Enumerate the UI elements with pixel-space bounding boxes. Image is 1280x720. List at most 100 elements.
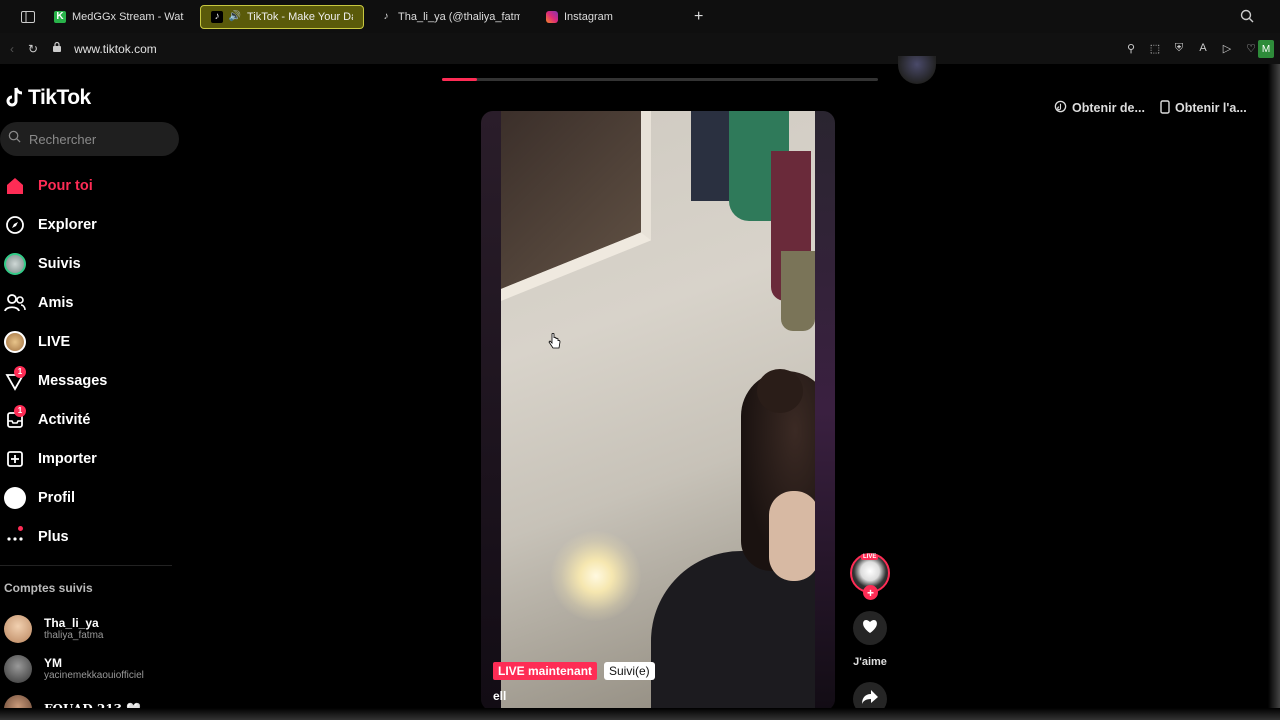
- tab-title: Instagram: [564, 10, 613, 23]
- nav-live[interactable]: LIVE: [0, 322, 180, 361]
- lock-icon: [52, 41, 62, 56]
- tiktok-icon: ♪: [383, 11, 389, 22]
- heart-outline-icon[interactable]: ♡: [1244, 41, 1258, 55]
- nav-label: LIVE: [38, 333, 71, 350]
- nav-profile[interactable]: Profil: [0, 478, 180, 517]
- notification-badge: 1: [14, 404, 26, 417]
- account-name: YM: [44, 656, 62, 670]
- instagram-icon: [546, 10, 558, 23]
- more-dots-icon: [0, 522, 30, 552]
- nav-for-you[interactable]: Pour toi: [0, 166, 180, 205]
- nav-label: Pour toi: [38, 177, 93, 194]
- compass-icon: [0, 210, 30, 240]
- like-button[interactable]: [853, 611, 887, 645]
- nav-label: Importer: [38, 450, 97, 467]
- shield-icon[interactable]: ⛨: [1172, 41, 1186, 55]
- screen-edge: [0, 708, 1280, 720]
- live-now-tag[interactable]: LIVE maintenant: [493, 662, 598, 680]
- nav-label: Activité: [38, 411, 91, 428]
- new-tab-icon[interactable]: +: [694, 8, 703, 26]
- nav-following[interactable]: Suivis: [0, 244, 180, 283]
- like-label: J'aime: [853, 656, 887, 668]
- logo-text: TikTok: [28, 86, 91, 109]
- search-input[interactable]: [29, 131, 159, 147]
- browser-tab-1[interactable]: K MedGGx Stream - Watch L: [44, 5, 194, 29]
- tab-title: MedGGx Stream - Watch L: [72, 10, 184, 23]
- inbox-icon: 1: [0, 404, 30, 435]
- video-scene-person: [769, 491, 815, 581]
- account-username: yacinemekkaouiofficiel: [44, 670, 144, 681]
- speaker-icon[interactable]: 🔊: [229, 11, 241, 23]
- live-mini-badge: LIVE: [861, 554, 879, 560]
- video-scene-clothes: [781, 251, 815, 331]
- video-caption: ell: [493, 689, 507, 703]
- translate-icon[interactable]: A: [1196, 41, 1210, 55]
- notification-badge: 1: [14, 365, 26, 378]
- phone-icon: [1160, 99, 1170, 117]
- reload-icon[interactable]: ↻: [28, 42, 38, 56]
- tiktok-note-icon: [6, 87, 23, 107]
- back-icon[interactable]: ‹: [10, 42, 14, 56]
- address-bar: ‹ ↻ www.tiktok.com ⚲ ⬚ ⛨ A ▷ ♡: [0, 33, 1280, 64]
- screenshot-icon[interactable]: ⬚: [1148, 41, 1162, 55]
- sidebar-toggle-icon[interactable]: [18, 7, 38, 27]
- account-username: thaliya_fatma: [44, 630, 104, 641]
- following-avatar-icon: [0, 249, 30, 279]
- get-coins-button[interactable]: Obtenir de...: [1054, 96, 1145, 120]
- video-letterbox-left: [481, 111, 501, 711]
- mouse-cursor-icon: [548, 332, 562, 356]
- follow-plus-button[interactable]: +: [863, 585, 878, 600]
- paper-plane-icon: 1: [0, 365, 30, 396]
- friends-icon: [0, 288, 30, 318]
- previous-video-progress-bar: [442, 78, 878, 81]
- nav-activity[interactable]: 1 Activité: [0, 400, 180, 439]
- profile-avatar-icon: [0, 483, 30, 513]
- tab-title: Tha_li_ya (@thaliya_fatma: [398, 10, 520, 23]
- video-scene-clothes: [691, 111, 731, 201]
- browser-tab-4[interactable]: Instagram: [536, 5, 686, 29]
- live-video-frame: [501, 111, 815, 711]
- browser-profile-avatar[interactable]: M: [1258, 40, 1274, 58]
- live-avatar-icon: [0, 327, 30, 357]
- followed-account[interactable]: Tha_li_ya thaliya_fatma: [4, 609, 174, 649]
- nav-more[interactable]: Plus: [0, 517, 180, 556]
- sidebar-nav: Pour toi Explorer Suivis Amis LIVE 1 Mes…: [0, 166, 180, 556]
- nav-friends[interactable]: Amis: [0, 283, 180, 322]
- home-icon: [0, 171, 30, 201]
- video-scene-lamp: [551, 531, 641, 621]
- nav-messages[interactable]: 1 Messages: [0, 361, 180, 400]
- followed-account[interactable]: YM yacinemekkaouiofficiel: [4, 649, 174, 689]
- avatar: [4, 655, 32, 683]
- browser-tab-3[interactable]: ♪ Tha_li_ya (@thaliya_fatma: [370, 5, 530, 29]
- tiktok-logo[interactable]: TikTok: [4, 86, 91, 110]
- video-player[interactable]: LIVE maintenant Suivi(e) ell: [481, 111, 835, 711]
- play-icon[interactable]: ▷: [1220, 41, 1234, 55]
- upload-plus-icon: [0, 444, 30, 474]
- url-field[interactable]: www.tiktok.com: [74, 42, 157, 56]
- video-letterbox-right: [815, 111, 835, 711]
- avatar: [4, 615, 32, 643]
- browser-tab-2[interactable]: ♪ 🔊 TikTok - Make Your Da: [200, 4, 364, 29]
- heart-icon: [861, 618, 879, 639]
- sidebar-divider: [0, 565, 172, 566]
- get-app-button[interactable]: Obtenir l'a...: [1160, 96, 1247, 120]
- get-coins-label: Obtenir de...: [1072, 101, 1145, 115]
- previous-video-avatar[interactable]: [898, 56, 936, 84]
- progress-fill: [442, 78, 477, 81]
- tab-title: TikTok - Make Your Da: [247, 10, 353, 23]
- get-app-label: Obtenir l'a...: [1175, 101, 1247, 115]
- nav-label: Profil: [38, 489, 76, 506]
- account-name: Tha_li_ya: [44, 616, 99, 630]
- share-arrow-icon: [861, 689, 879, 710]
- browser-tab-bar: K MedGGx Stream - Watch L ♪ 🔊 TikTok - M…: [0, 0, 1280, 33]
- nav-label: Plus: [38, 528, 69, 545]
- video-scene-person: [757, 369, 803, 413]
- nav-explore[interactable]: Explorer: [0, 205, 180, 244]
- followed-tag: Suivi(e): [604, 662, 655, 680]
- nav-label: Suivis: [38, 255, 81, 272]
- nav-label: Amis: [38, 294, 74, 311]
- tab-search-icon[interactable]: [1240, 9, 1254, 28]
- nav-upload[interactable]: Importer: [0, 439, 180, 478]
- video-scene-window: [501, 111, 651, 302]
- pin-icon[interactable]: ⚲: [1124, 41, 1138, 55]
